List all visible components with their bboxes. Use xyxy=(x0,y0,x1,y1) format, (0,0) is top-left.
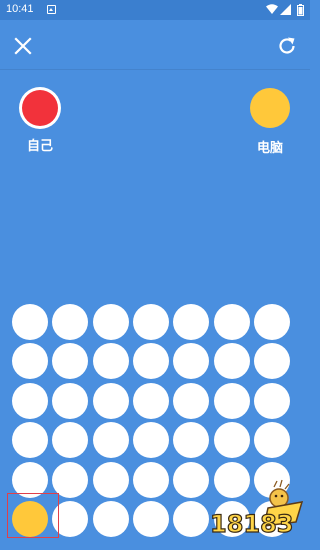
wifi-icon xyxy=(266,4,278,14)
board-cell-empty[interactable] xyxy=(253,304,290,340)
status-bar: 10:41 xyxy=(0,0,310,20)
board-cell-empty[interactable] xyxy=(132,501,169,537)
player-self: 自己 xyxy=(15,88,65,154)
board-cell-empty[interactable] xyxy=(173,304,210,340)
board-cell-empty[interactable] xyxy=(92,343,129,380)
close-button[interactable] xyxy=(12,35,34,57)
toolbar xyxy=(0,20,310,70)
restart-icon xyxy=(279,37,295,54)
board-cell-empty[interactable] xyxy=(12,343,48,380)
board-cell-empty[interactable] xyxy=(213,422,250,459)
board-cell-empty[interactable] xyxy=(132,382,169,419)
board-cell-empty[interactable] xyxy=(52,304,89,340)
board-cell-empty[interactable] xyxy=(213,343,250,380)
board-cell-empty[interactable] xyxy=(173,382,210,419)
board-cell-empty[interactable] xyxy=(132,422,169,459)
board-cell-empty[interactable] xyxy=(213,382,250,419)
board-cell-empty[interactable] xyxy=(132,461,169,498)
board-cell-empty[interactable] xyxy=(173,461,210,498)
board-cell-empty[interactable] xyxy=(12,382,48,419)
watermark-logo: 18183 xyxy=(209,479,304,539)
player-self-label: 自己 xyxy=(26,139,53,154)
signal-icon xyxy=(280,4,291,15)
board-cell-empty[interactable] xyxy=(253,343,290,380)
board-cell-empty[interactable] xyxy=(213,304,250,340)
last-move-highlight xyxy=(7,493,59,538)
board-cell-empty[interactable] xyxy=(92,461,129,498)
close-icon xyxy=(14,37,32,55)
toolbar-divider xyxy=(0,69,310,70)
player-computer-label: 电脑 xyxy=(256,141,283,156)
board-cell-empty[interactable] xyxy=(173,501,210,537)
restart-button[interactable] xyxy=(276,35,298,57)
app-notification-icon xyxy=(47,5,56,14)
board-cell-empty[interactable] xyxy=(92,422,129,459)
board-cell-empty[interactable] xyxy=(173,343,210,380)
player-computer-disc xyxy=(250,88,290,128)
watermark-text: 18183 xyxy=(210,510,294,538)
battery-icon xyxy=(297,4,304,16)
player-self-disc xyxy=(22,90,58,126)
board-cell-empty[interactable] xyxy=(132,304,169,340)
board-cell-empty[interactable] xyxy=(12,422,48,459)
board-cell-empty[interactable] xyxy=(253,382,290,419)
status-time: 10:41 xyxy=(6,3,34,15)
board-cell-empty[interactable] xyxy=(92,382,129,419)
board-cell-empty[interactable] xyxy=(52,422,89,459)
board-cell-empty[interactable] xyxy=(92,501,129,537)
board-cell-empty[interactable] xyxy=(52,382,89,419)
board-cell-empty[interactable] xyxy=(132,343,169,380)
board-cell-empty[interactable] xyxy=(92,304,129,340)
board-cell-empty[interactable] xyxy=(12,304,48,340)
board-cell-empty[interactable] xyxy=(253,422,290,459)
player-computer: 电脑 xyxy=(245,88,295,156)
board-cell-empty[interactable] xyxy=(52,343,89,380)
board-cell-empty[interactable] xyxy=(173,422,210,459)
